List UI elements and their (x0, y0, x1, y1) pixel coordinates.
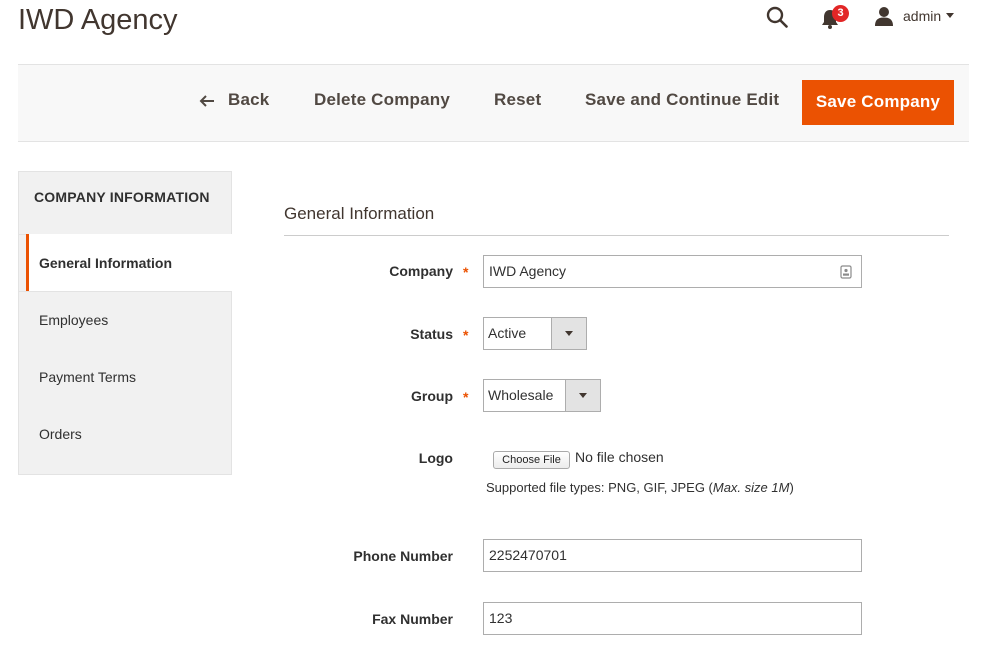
company-label: Company (389, 263, 453, 279)
company-input[interactable]: IWD Agency (483, 255, 862, 288)
phone-input[interactable]: 2252470701 (483, 539, 862, 572)
chevron-down-icon (579, 393, 587, 398)
divider (18, 291, 232, 292)
sidebar-item-label[interactable]: General Information (39, 255, 172, 271)
save-company-button[interactable]: Save Company (802, 80, 954, 125)
choose-file-button[interactable]: Choose File (493, 451, 570, 469)
back-button[interactable]: Back (228, 90, 269, 110)
group-label: Group (411, 388, 453, 404)
search-icon[interactable] (766, 6, 788, 28)
status-value: Active (488, 325, 527, 341)
section-title: General Information (284, 204, 435, 223)
save-continue-button[interactable]: Save and Continue Edit (585, 90, 779, 110)
fax-value: 123 (489, 610, 513, 626)
status-select[interactable]: Active (483, 317, 587, 350)
company-value: IWD Agency (489, 263, 567, 279)
group-select[interactable]: Wholesale (483, 379, 601, 412)
group-value: Wholesale (488, 387, 554, 403)
select-toggle[interactable] (551, 318, 586, 349)
phone-label: Phone Number (353, 548, 453, 564)
arrow-left-icon[interactable] (198, 93, 216, 109)
required-marker: * (463, 327, 469, 343)
sidebar-title: COMPANY INFORMATION (34, 189, 210, 205)
logo-label: Logo (418, 450, 453, 466)
user-menu-label[interactable]: admin (903, 8, 941, 24)
sidebar-item-payment-terms[interactable]: Payment Terms (39, 369, 136, 385)
file-status: No file chosen (575, 449, 664, 465)
select-toggle[interactable] (565, 380, 600, 411)
sidebar-item-orders[interactable]: Orders (39, 426, 82, 442)
notification-count-badge: 3 (832, 5, 849, 22)
caret-down-icon[interactable] (946, 13, 954, 18)
user-icon[interactable] (874, 6, 894, 26)
reset-button[interactable]: Reset (494, 90, 541, 110)
supported-file-types-note: Supported file types: PNG, GIF, JPEG (Ma… (486, 480, 794, 495)
phone-value: 2252470701 (489, 547, 567, 563)
chevron-down-icon (565, 331, 573, 336)
page-title: IWD Agency (18, 4, 178, 36)
status-label: Status (410, 326, 453, 342)
required-marker: * (463, 389, 469, 405)
delete-company-button[interactable]: Delete Company (314, 90, 450, 110)
required-marker: * (463, 264, 469, 280)
fax-input[interactable]: 123 (483, 602, 862, 635)
notifications-button[interactable]: 3 (820, 4, 852, 32)
contact-card-icon (840, 265, 852, 279)
fax-label: Fax Number (372, 611, 453, 627)
sidebar-item-employees[interactable]: Employees (39, 312, 108, 328)
section-divider (284, 235, 949, 236)
